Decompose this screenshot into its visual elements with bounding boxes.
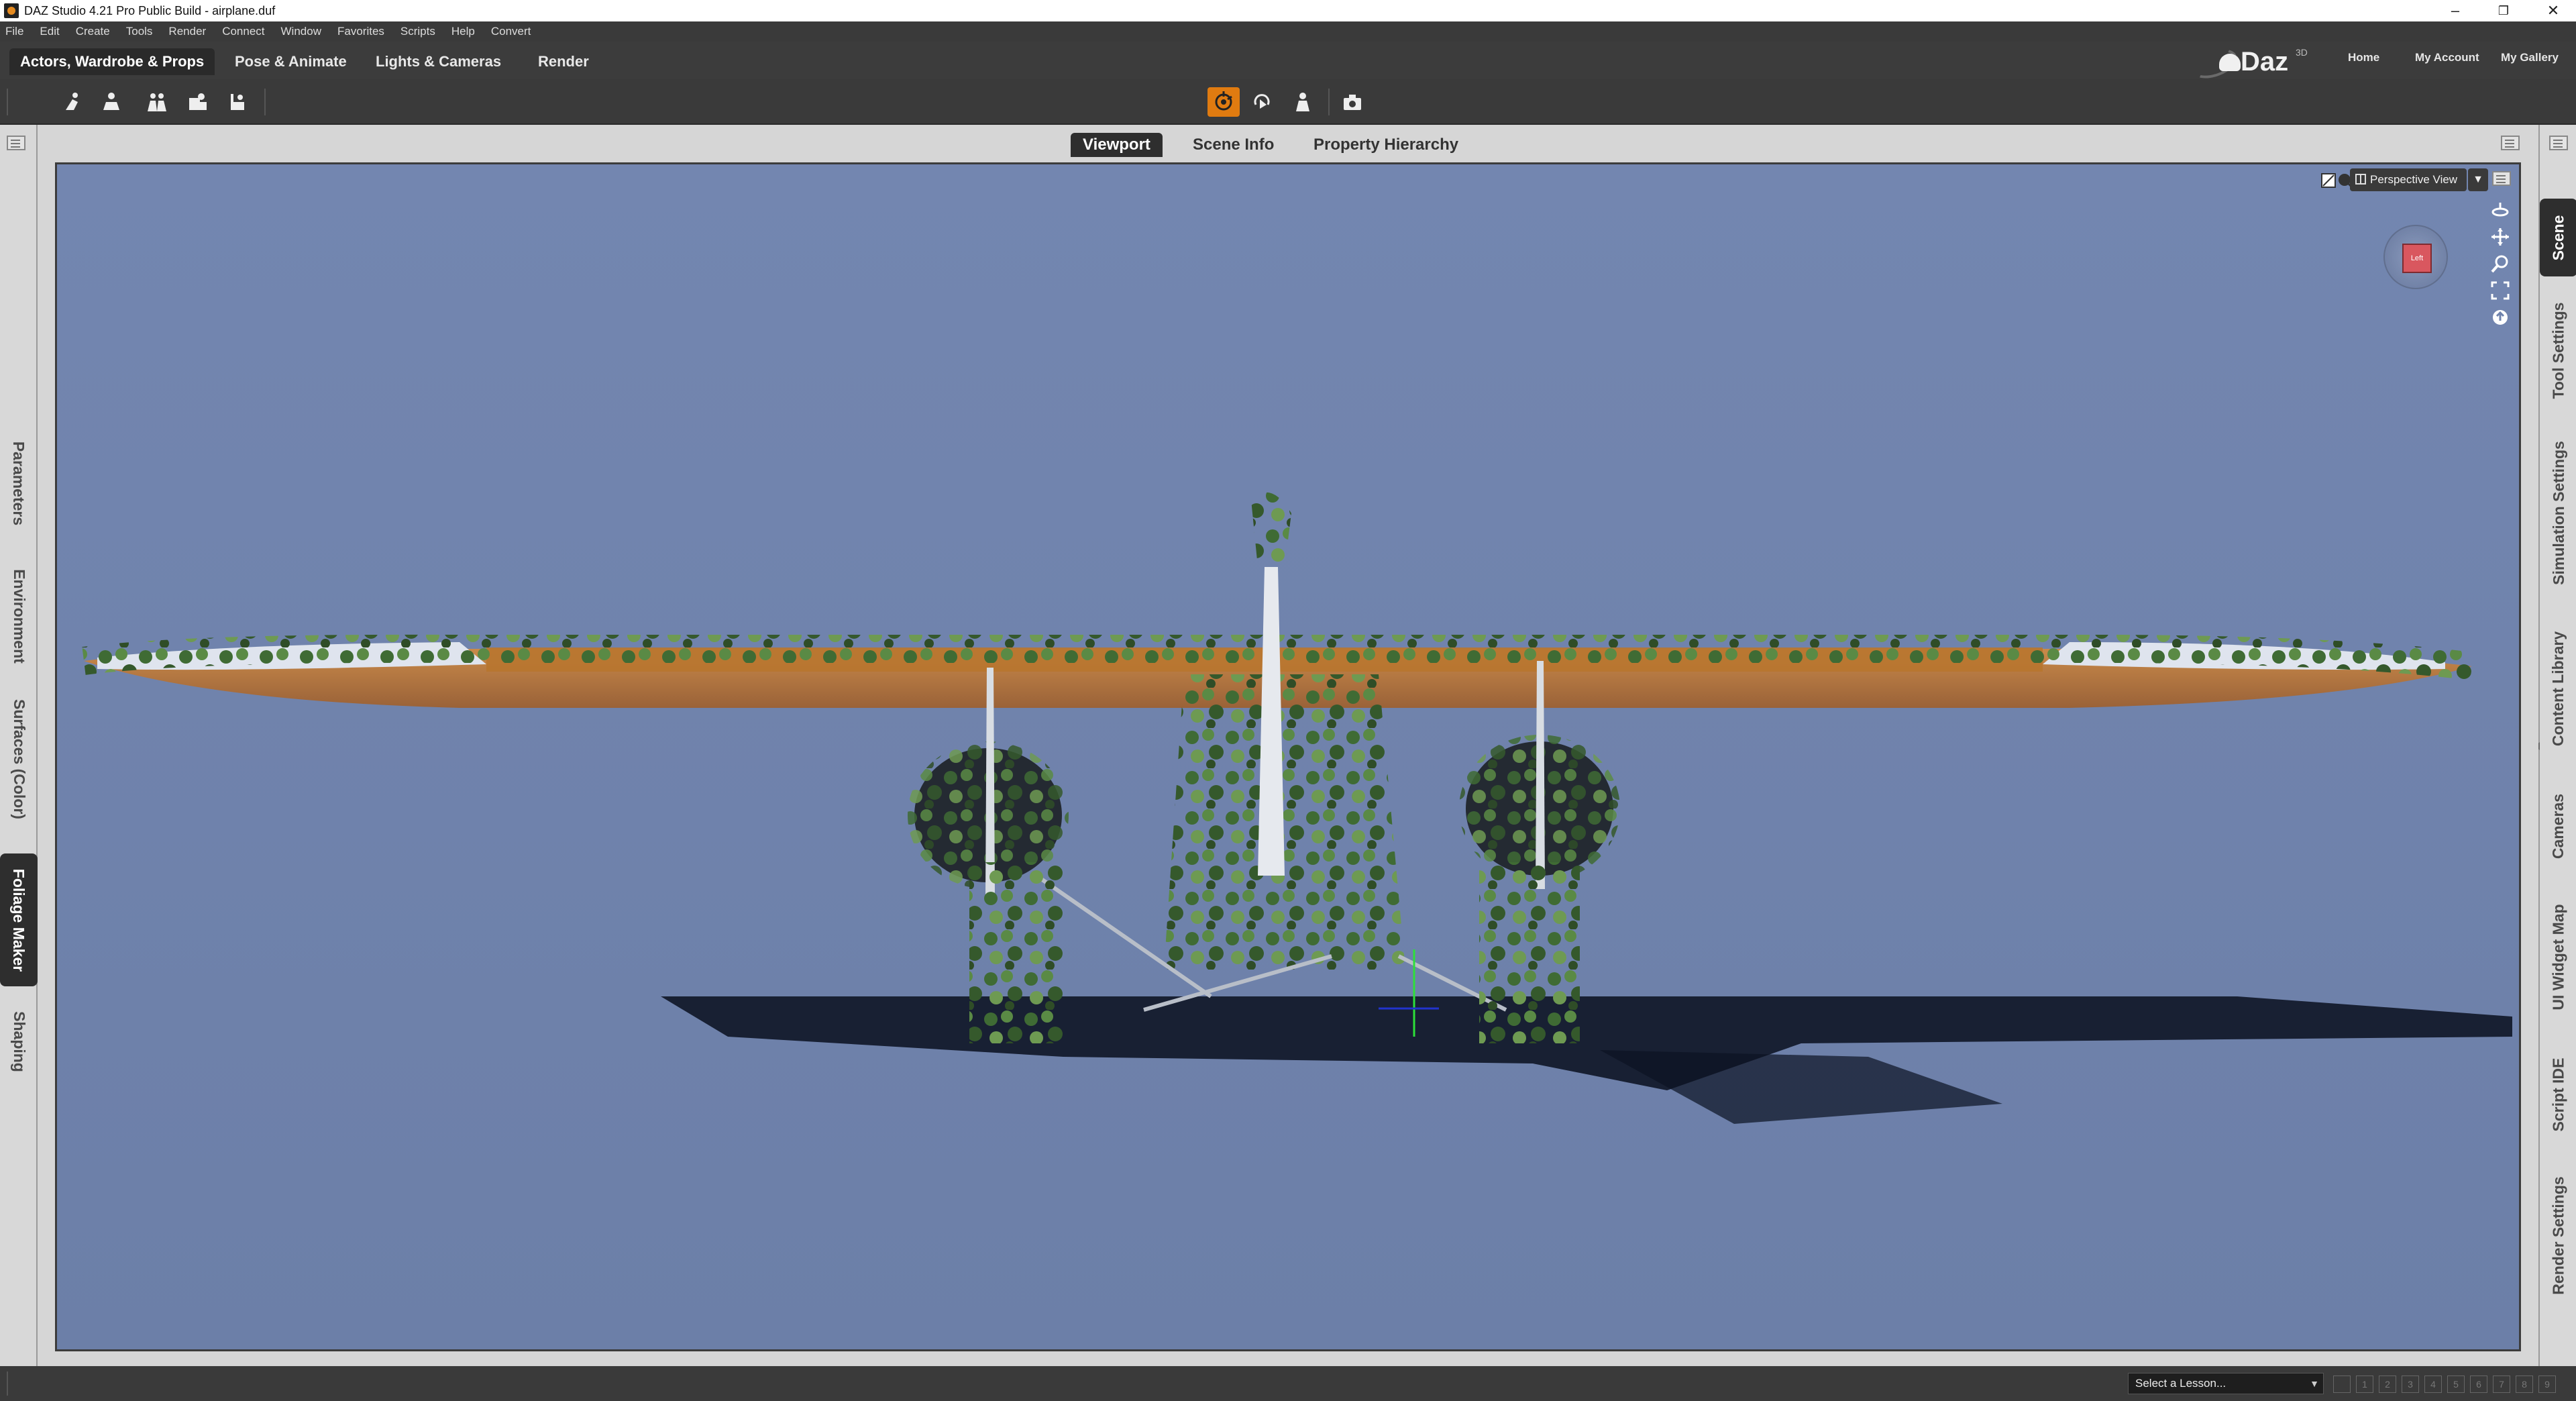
lesson-step-4[interactable]: 4 [2424, 1376, 2442, 1393]
lesson-step-1[interactable]: 1 [2356, 1376, 2373, 1393]
grid-icon [2355, 174, 2366, 185]
my-gallery-link[interactable]: My Gallery [2501, 51, 2559, 64]
3d-viewport[interactable]: Perspective View ▼ Left [55, 162, 2521, 1351]
right-pane-strip: Scene Tool Settings Simulation Settings … [2534, 125, 2576, 1366]
zoom-icon[interactable] [2488, 252, 2512, 276]
view-cube[interactable]: Left [2383, 225, 2448, 289]
tab-simulation-settings[interactable]: Simulation Settings [2540, 425, 2576, 600]
restore-icon[interactable]: ❐ [2483, 0, 2524, 21]
menu-tools[interactable]: Tools [126, 25, 153, 38]
tab-parameters[interactable]: Parameters [0, 416, 38, 550]
center-pane: Viewport Scene Info Property Hierarchy P… [38, 125, 2538, 1366]
figure-tool-icon[interactable] [1287, 87, 1319, 117]
frame-icon[interactable] [2488, 278, 2512, 303]
scene-render [57, 164, 2519, 1349]
draw-style-icon[interactable] [2320, 168, 2337, 193]
lesson-prev-icon[interactable] [2333, 1376, 2351, 1393]
tab-lights-cameras[interactable]: Lights & Cameras [365, 48, 512, 75]
tab-actors-wardrobe-props[interactable]: Actors, Wardrobe & Props [9, 48, 215, 75]
toolbar-separator [7, 89, 8, 115]
camera-select-dropdown[interactable]: Perspective View [2350, 168, 2467, 191]
menu-create[interactable]: Create [76, 25, 110, 38]
wardrobe-icon[interactable] [181, 87, 213, 117]
reset-icon[interactable] [2488, 305, 2512, 329]
lesson-step-7[interactable]: 7 [2493, 1376, 2510, 1393]
lesson-step-3[interactable]: 3 [2402, 1376, 2419, 1393]
home-link[interactable]: Home [2348, 51, 2379, 64]
prop-icon[interactable] [221, 87, 254, 117]
left-pane-strip: Parameters Environment Surfaces (Color) … [0, 125, 43, 1366]
close-icon[interactable]: ✕ [2533, 0, 2573, 21]
my-account-link[interactable]: My Account [2415, 51, 2479, 64]
lesson-step-5[interactable]: 5 [2447, 1376, 2465, 1393]
menu-favorites[interactable]: Favorites [337, 25, 384, 38]
orbit-icon[interactable] [2488, 198, 2512, 222]
lesson-step-6[interactable]: 6 [2470, 1376, 2487, 1393]
lesson-select[interactable]: Select a Lesson... ▼ [2128, 1373, 2324, 1394]
tab-environment[interactable]: Environment [0, 556, 38, 676]
menu-convert[interactable]: Convert [491, 25, 531, 38]
tab-cameras[interactable]: Cameras [2540, 776, 2576, 876]
menu-edit[interactable]: Edit [40, 25, 59, 38]
viewport-menu-icon[interactable] [2492, 171, 2511, 186]
universal-tool-icon[interactable] [1208, 87, 1240, 117]
menu-scripts[interactable]: Scripts [400, 25, 435, 38]
menu-bar: File Edit Create Tools Render Connect Wi… [0, 21, 2576, 42]
viewport-tab-bar: Viewport Scene Info Property Hierarchy [38, 125, 2538, 158]
toolbar-separator [1328, 89, 1330, 115]
minimize-icon[interactable]: – [2435, 0, 2475, 21]
group-icon[interactable] [141, 87, 173, 117]
lesson-step-8[interactable]: 8 [2516, 1376, 2533, 1393]
pan-icon[interactable] [2488, 225, 2512, 249]
view-cube-face[interactable]: Left [2402, 244, 2432, 273]
title-bar: DAZ Studio 4.21 Pro Public Build - airpl… [0, 0, 2576, 21]
tab-scene[interactable]: Scene [2540, 199, 2576, 276]
camera-label: Perspective View [2370, 173, 2458, 186]
status-bar: Select a Lesson... ▼ 1 2 3 4 5 6 7 8 9 [0, 1366, 2576, 1401]
tab-pose-animate[interactable]: Pose & Animate [224, 48, 358, 75]
chevron-down-icon[interactable]: ▼ [2468, 168, 2488, 191]
chevron-down-icon: ▼ [2310, 1378, 2319, 1389]
menu-window[interactable]: Window [281, 25, 321, 38]
tab-tool-settings[interactable]: Tool Settings [2540, 283, 2576, 417]
lesson-step-2[interactable]: 2 [2379, 1376, 2396, 1393]
rotate-tool-icon[interactable] [1246, 87, 1279, 117]
lesson-select-label: Select a Lesson... [2135, 1377, 2226, 1390]
tab-content-library[interactable]: Content Library [2540, 608, 2576, 769]
tab-foliage-maker[interactable]: Foliage Maker [0, 853, 38, 986]
tab-property-hierarchy[interactable]: Property Hierarchy [1301, 133, 1470, 157]
menu-render[interactable]: Render [168, 25, 206, 38]
pane-options-icon[interactable] [7, 136, 25, 150]
statusbar-separator [7, 1371, 8, 1396]
tab-scene-info[interactable]: Scene Info [1181, 133, 1286, 157]
logo-cloud-icon [2219, 54, 2241, 71]
tab-surfaces-color[interactable]: Surfaces (Color) [0, 682, 38, 836]
pane-options-icon[interactable] [2549, 136, 2568, 150]
figure-add-icon[interactable] [56, 87, 89, 117]
tab-render[interactable]: Render [527, 48, 600, 75]
menu-help[interactable]: Help [451, 25, 475, 38]
tab-script-ide[interactable]: Script IDE [2540, 1037, 2576, 1151]
daz-logo: Daz 3D [2180, 43, 2314, 84]
menu-file[interactable]: File [5, 25, 23, 38]
tab-render-settings[interactable]: Render Settings [2540, 1158, 2576, 1312]
viewport-options-icon[interactable] [2501, 136, 2520, 150]
tab-viewport[interactable]: Viewport [1071, 133, 1163, 157]
tab-shaping[interactable]: Shaping [0, 994, 38, 1088]
window-title: DAZ Studio 4.21 Pro Public Build - airpl… [24, 3, 276, 17]
toolbar-separator [264, 89, 266, 115]
logo-sup: 3D [2296, 47, 2308, 58]
main-toolbar [0, 79, 2576, 125]
tab-ui-widget-map[interactable]: UI Widget Map [2540, 883, 2576, 1031]
menu-connect[interactable]: Connect [222, 25, 264, 38]
lesson-step-9[interactable]: 9 [2538, 1376, 2556, 1393]
daz-app-icon [4, 3, 19, 18]
logo-text: Daz [2241, 47, 2289, 76]
pose-icon[interactable] [95, 87, 127, 117]
camera-tool-icon[interactable] [1336, 87, 1368, 117]
